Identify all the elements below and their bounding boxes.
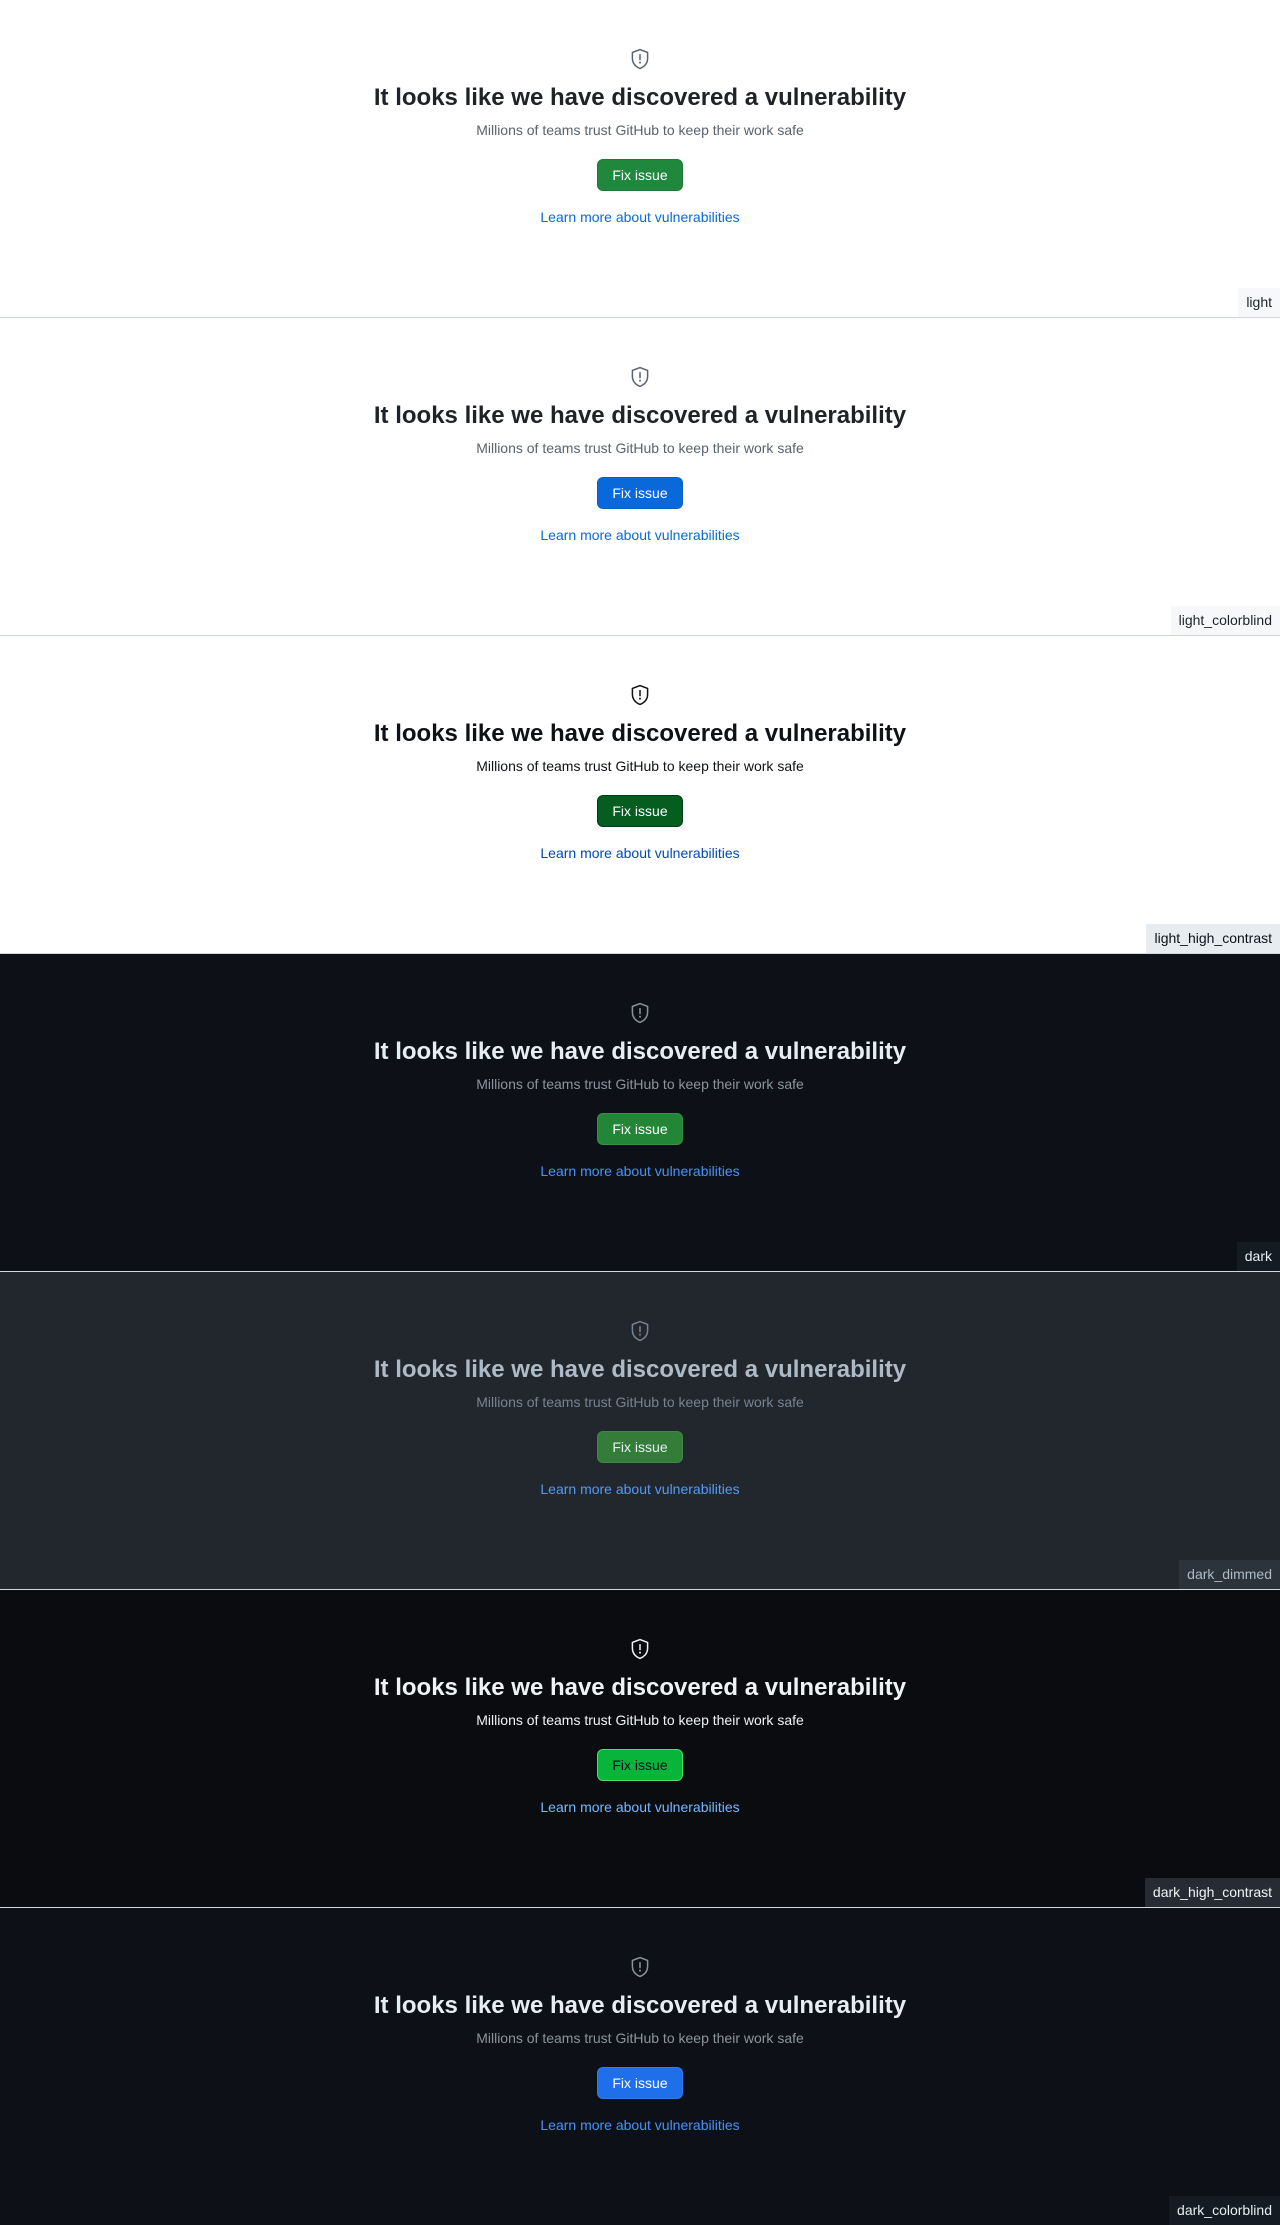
blankslate-heading: It looks like we have discovered a vulne… xyxy=(373,720,907,747)
blankslate-description: Millions of teams trust GitHub to keep t… xyxy=(476,440,804,456)
learn-more-link[interactable]: Learn more about vulnerabilities xyxy=(540,525,739,545)
shield-alert-icon xyxy=(628,365,652,389)
theme-label: light xyxy=(1238,288,1280,317)
shield-alert-icon xyxy=(628,1319,652,1343)
learn-more-link[interactable]: Learn more about vulnerabilities xyxy=(540,843,739,863)
theme-panel-dark-colorblind: It looks like we have discovered a vulne… xyxy=(0,1908,1280,2225)
fix-issue-button[interactable]: Fix issue xyxy=(597,477,683,509)
blankslate-heading: It looks like we have discovered a vulne… xyxy=(373,1356,907,1383)
blankslate-heading: It looks like we have discovered a vulne… xyxy=(373,402,907,429)
shield-alert-icon xyxy=(628,683,652,707)
blankslate-heading: It looks like we have discovered a vulne… xyxy=(373,1674,907,1701)
blankslate-description: Millions of teams trust GitHub to keep t… xyxy=(476,1394,804,1410)
theme-label: light_colorblind xyxy=(1170,606,1280,635)
theme-label: dark_colorblind xyxy=(1169,2196,1280,2225)
blankslate: It looks like we have discovered a vulne… xyxy=(0,954,1280,1181)
theme-panel-dark-high-contrast: It looks like we have discovered a vulne… xyxy=(0,1590,1280,1908)
fix-issue-button[interactable]: Fix issue xyxy=(597,2067,683,2099)
blankslate: It looks like we have discovered a vulne… xyxy=(0,0,1280,227)
fix-issue-button[interactable]: Fix issue xyxy=(597,1749,683,1781)
fix-issue-button[interactable]: Fix issue xyxy=(597,1431,683,1463)
blankslate-heading: It looks like we have discovered a vulne… xyxy=(373,1038,907,1065)
shield-alert-icon xyxy=(628,1955,652,1979)
theme-label: dark xyxy=(1236,1242,1280,1271)
blankslate-description: Millions of teams trust GitHub to keep t… xyxy=(476,758,804,774)
theme-panel-light-high-contrast: It looks like we have discovered a vulne… xyxy=(0,636,1280,954)
theme-label: dark_high_contrast xyxy=(1144,1878,1280,1907)
blankslate-description: Millions of teams trust GitHub to keep t… xyxy=(476,1712,804,1728)
learn-more-link[interactable]: Learn more about vulnerabilities xyxy=(540,1161,739,1181)
theme-preview-list: It looks like we have discovered a vulne… xyxy=(0,0,1280,2225)
theme-panel-light: It looks like we have discovered a vulne… xyxy=(0,0,1280,318)
blankslate-heading: It looks like we have discovered a vulne… xyxy=(373,84,907,111)
shield-alert-icon xyxy=(628,1637,652,1661)
fix-issue-button[interactable]: Fix issue xyxy=(597,795,683,827)
theme-label: light_high_contrast xyxy=(1146,924,1280,953)
blankslate: It looks like we have discovered a vulne… xyxy=(0,318,1280,545)
shield-alert-icon xyxy=(628,47,652,71)
blankslate: It looks like we have discovered a vulne… xyxy=(0,636,1280,863)
learn-more-link[interactable]: Learn more about vulnerabilities xyxy=(540,207,739,227)
blankslate-heading: It looks like we have discovered a vulne… xyxy=(373,1992,907,2019)
theme-panel-dark: It looks like we have discovered a vulne… xyxy=(0,954,1280,1272)
fix-issue-button[interactable]: Fix issue xyxy=(597,1113,683,1145)
blankslate: It looks like we have discovered a vulne… xyxy=(0,1908,1280,2135)
theme-label: dark_dimmed xyxy=(1179,1560,1280,1589)
shield-alert-icon xyxy=(628,1001,652,1025)
theme-panel-light-colorblind: It looks like we have discovered a vulne… xyxy=(0,318,1280,636)
theme-panel-dark-dimmed: It looks like we have discovered a vulne… xyxy=(0,1272,1280,1590)
blankslate-description: Millions of teams trust GitHub to keep t… xyxy=(476,1076,804,1092)
blankslate: It looks like we have discovered a vulne… xyxy=(0,1590,1280,1817)
blankslate-description: Millions of teams trust GitHub to keep t… xyxy=(476,122,804,138)
blankslate: It looks like we have discovered a vulne… xyxy=(0,1272,1280,1499)
blankslate-description: Millions of teams trust GitHub to keep t… xyxy=(476,2030,804,2046)
learn-more-link[interactable]: Learn more about vulnerabilities xyxy=(540,1479,739,1499)
learn-more-link[interactable]: Learn more about vulnerabilities xyxy=(540,1797,739,1817)
fix-issue-button[interactable]: Fix issue xyxy=(597,159,683,191)
learn-more-link[interactable]: Learn more about vulnerabilities xyxy=(540,2115,739,2135)
